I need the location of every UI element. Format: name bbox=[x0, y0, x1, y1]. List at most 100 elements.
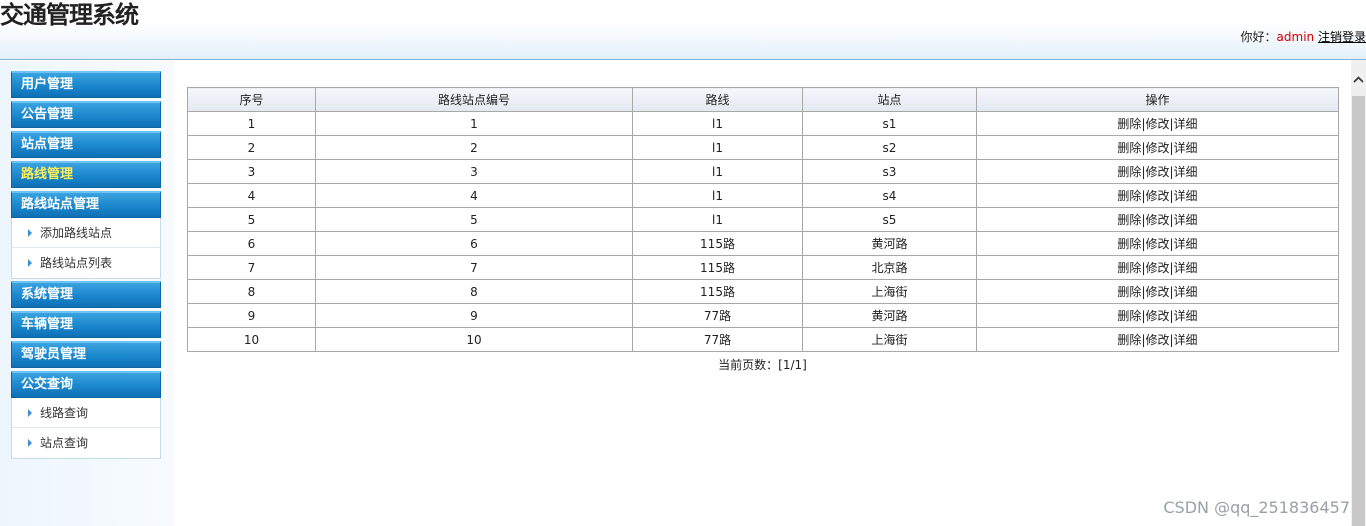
cell-route-station-code: 5 bbox=[315, 207, 633, 232]
menu-station-management[interactable]: 站点管理 bbox=[11, 131, 161, 158]
cell-seq: 9 bbox=[187, 303, 316, 328]
cell-station: 黄河路 bbox=[802, 231, 977, 256]
cell-route: 77路 bbox=[632, 303, 803, 328]
cell-route: 115路 bbox=[632, 255, 803, 280]
cell-route-station-code: 8 bbox=[315, 279, 633, 304]
delete-link[interactable]: 删除 bbox=[1117, 213, 1141, 227]
edit-link[interactable]: 修改 bbox=[1145, 117, 1169, 131]
scroll-up-button[interactable] bbox=[1351, 60, 1366, 96]
cell-station: s3 bbox=[802, 159, 977, 184]
table-row: 3 3 l1 s3 删除|修改|详细 bbox=[187, 159, 1339, 184]
vertical-scrollbar[interactable] bbox=[1351, 60, 1366, 526]
menu-system-management[interactable]: 系统管理 bbox=[11, 281, 161, 308]
detail-link[interactable]: 详细 bbox=[1174, 141, 1198, 155]
table-row: 6 6 115路 黄河路 删除|修改|详细 bbox=[187, 231, 1339, 256]
delete-link[interactable]: 删除 bbox=[1117, 165, 1141, 179]
username: admin bbox=[1276, 30, 1315, 44]
cell-seq: 5 bbox=[187, 207, 316, 232]
route-station-submenu: 添加路线站点 路线站点列表 bbox=[11, 218, 161, 279]
detail-link[interactable]: 详细 bbox=[1174, 237, 1198, 251]
delete-link[interactable]: 删除 bbox=[1117, 189, 1141, 203]
cell-station: s5 bbox=[802, 207, 977, 232]
submenu-label: 线路查询 bbox=[40, 406, 89, 420]
submenu-route-station-list[interactable]: 路线站点列表 bbox=[12, 248, 160, 278]
cell-route-station-code: 1 bbox=[315, 111, 633, 136]
cell-station: s2 bbox=[802, 135, 977, 160]
detail-link[interactable]: 详细 bbox=[1174, 261, 1198, 275]
cell-route-station-code: 3 bbox=[315, 159, 633, 184]
logout-link[interactable]: 注销登录 bbox=[1318, 30, 1366, 44]
cell-route-station-code: 9 bbox=[315, 303, 633, 328]
header: 交通管理系统 你好：admin 注销登录 bbox=[0, 0, 1366, 60]
menu-bus-query[interactable]: 公交查询 bbox=[11, 371, 161, 398]
delete-link[interactable]: 删除 bbox=[1117, 237, 1141, 251]
edit-link[interactable]: 修改 bbox=[1145, 141, 1169, 155]
cell-route-station-code: 4 bbox=[315, 183, 633, 208]
scrollbar-thumb[interactable] bbox=[1352, 96, 1365, 526]
detail-link[interactable]: 详细 bbox=[1174, 189, 1198, 203]
table-row: 5 5 l1 s5 删除|修改|详细 bbox=[187, 207, 1339, 232]
cell-route-station-code: 6 bbox=[315, 231, 633, 256]
column-header-station: 站点 bbox=[802, 87, 977, 112]
edit-link[interactable]: 修改 bbox=[1145, 213, 1169, 227]
delete-link[interactable]: 删除 bbox=[1117, 333, 1141, 347]
column-header-actions: 操作 bbox=[976, 87, 1339, 112]
menu-driver-management[interactable]: 驾驶员管理 bbox=[11, 341, 161, 368]
detail-link[interactable]: 详细 bbox=[1174, 165, 1198, 179]
cell-route: 77路 bbox=[632, 327, 803, 352]
table-row: 1 1 l1 s1 删除|修改|详细 bbox=[187, 111, 1339, 136]
cell-route-station-code: 7 bbox=[315, 255, 633, 280]
detail-link[interactable]: 详细 bbox=[1174, 333, 1198, 347]
submenu-label: 站点查询 bbox=[40, 436, 89, 450]
table-row: 9 9 77路 黄河路 删除|修改|详细 bbox=[187, 303, 1339, 328]
triangle-right-icon bbox=[28, 259, 32, 267]
cell-actions: 删除|修改|详细 bbox=[976, 111, 1339, 136]
edit-link[interactable]: 修改 bbox=[1145, 333, 1169, 347]
submenu-station-query[interactable]: 站点查询 bbox=[12, 428, 160, 458]
delete-link[interactable]: 删除 bbox=[1117, 141, 1141, 155]
menu-user-management[interactable]: 用户管理 bbox=[11, 71, 161, 98]
menu-route-station-management[interactable]: 路线站点管理 bbox=[11, 191, 161, 218]
cell-seq: 2 bbox=[187, 135, 316, 160]
delete-link[interactable]: 删除 bbox=[1117, 261, 1141, 275]
cell-route: l1 bbox=[632, 159, 803, 184]
cell-actions: 删除|修改|详细 bbox=[976, 207, 1339, 232]
edit-link[interactable]: 修改 bbox=[1145, 285, 1169, 299]
menu-vehicle-management[interactable]: 车辆管理 bbox=[11, 311, 161, 338]
cell-station: 上海街 bbox=[802, 327, 977, 352]
chevron-up-icon bbox=[1353, 76, 1364, 83]
submenu-add-route-station[interactable]: 添加路线站点 bbox=[12, 218, 160, 248]
cell-route-station-code: 10 bbox=[315, 327, 633, 352]
cell-actions: 删除|修改|详细 bbox=[976, 303, 1339, 328]
edit-link[interactable]: 修改 bbox=[1145, 261, 1169, 275]
cell-actions: 删除|修改|详细 bbox=[976, 135, 1339, 160]
column-header-code: 路线站点编号 bbox=[315, 87, 633, 112]
submenu-label: 添加路线站点 bbox=[40, 226, 113, 240]
detail-link[interactable]: 详细 bbox=[1174, 285, 1198, 299]
edit-link[interactable]: 修改 bbox=[1145, 309, 1169, 323]
cell-actions: 删除|修改|详细 bbox=[976, 159, 1339, 184]
cell-station: s4 bbox=[802, 183, 977, 208]
cell-station: 上海街 bbox=[802, 279, 977, 304]
detail-link[interactable]: 详细 bbox=[1174, 213, 1198, 227]
cell-seq: 7 bbox=[187, 255, 316, 280]
triangle-right-icon bbox=[28, 409, 32, 417]
watermark: CSDN @qq_251836457 bbox=[1163, 498, 1350, 517]
menu-notice-management[interactable]: 公告管理 bbox=[11, 101, 161, 128]
app-title: 交通管理系统 bbox=[0, 1, 139, 29]
edit-link[interactable]: 修改 bbox=[1145, 189, 1169, 203]
delete-link[interactable]: 删除 bbox=[1117, 309, 1141, 323]
detail-link[interactable]: 详细 bbox=[1174, 309, 1198, 323]
menu-route-management[interactable]: 路线管理 bbox=[11, 161, 161, 188]
triangle-right-icon bbox=[28, 439, 32, 447]
delete-link[interactable]: 删除 bbox=[1117, 117, 1141, 131]
edit-link[interactable]: 修改 bbox=[1145, 237, 1169, 251]
submenu-line-query[interactable]: 线路查询 bbox=[12, 398, 160, 428]
delete-link[interactable]: 删除 bbox=[1117, 285, 1141, 299]
detail-link[interactable]: 详细 bbox=[1174, 117, 1198, 131]
cell-seq: 6 bbox=[187, 231, 316, 256]
edit-link[interactable]: 修改 bbox=[1145, 165, 1169, 179]
triangle-right-icon bbox=[28, 229, 32, 237]
cell-route: l1 bbox=[632, 135, 803, 160]
cell-station: 北京路 bbox=[802, 255, 977, 280]
